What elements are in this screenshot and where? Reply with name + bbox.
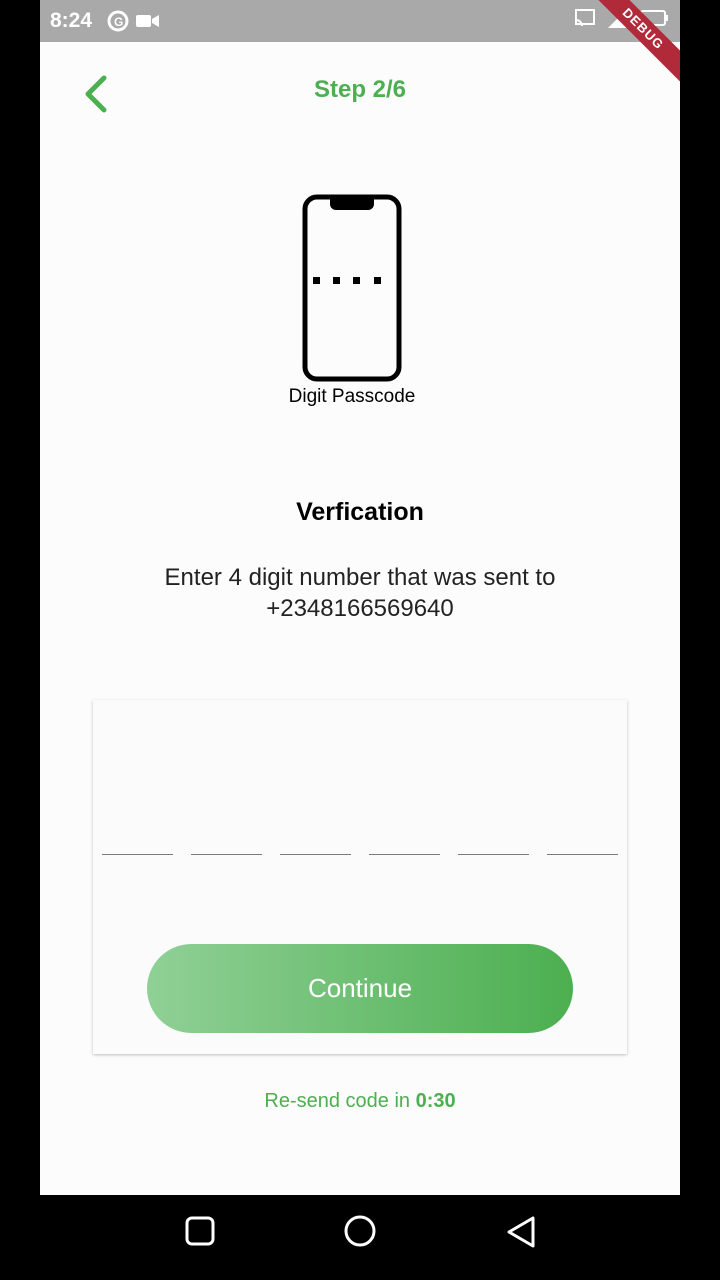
home-circle-icon[interactable] — [342, 1215, 378, 1251]
otp-digit-4[interactable] — [369, 840, 440, 855]
continue-button[interactable]: Continue — [147, 944, 573, 1033]
illustration-caption: Digit Passcode — [288, 386, 416, 407]
video-camera-icon — [136, 15, 160, 27]
otp-digit-6[interactable] — [547, 840, 618, 855]
resend-countdown: 0:30 — [415, 1090, 456, 1112]
otp-digit-5[interactable] — [458, 840, 529, 855]
app-screen: 8:24 G DEBUG Step 2/6 Digit Passcode Ver… — [40, 0, 680, 1195]
svg-text:G: G — [114, 15, 123, 29]
recents-square-icon[interactable] — [184, 1215, 216, 1247]
verification-description: Enter 4 digit number that was sent to +2… — [120, 562, 600, 624]
status-time: 8:24 — [50, 9, 93, 32]
resend-label: Re-send code in — [264, 1090, 416, 1112]
step-title: Step 2/6 — [313, 76, 407, 103]
sync-icon: G — [107, 10, 129, 32]
phone-number: +2348166569640 — [266, 595, 454, 622]
cast-icon — [575, 9, 595, 27]
resend-code-timer: Re-send code in 0:30 — [40, 1090, 680, 1113]
verification-instruction: Enter 4 digit number that was sent to — [164, 564, 556, 591]
otp-card: Continue — [93, 700, 627, 1054]
navigation-bar — [0, 1195, 720, 1280]
back-triangle-icon[interactable] — [505, 1215, 537, 1249]
otp-digit-1[interactable] — [102, 840, 173, 855]
phone-icon — [302, 194, 402, 382]
verification-title: Verfication — [296, 498, 424, 526]
otp-digit-2[interactable] — [191, 840, 262, 855]
status-bar: 8:24 G — [40, 0, 680, 42]
otp-fields — [102, 840, 618, 856]
otp-digit-3[interactable] — [280, 840, 351, 855]
